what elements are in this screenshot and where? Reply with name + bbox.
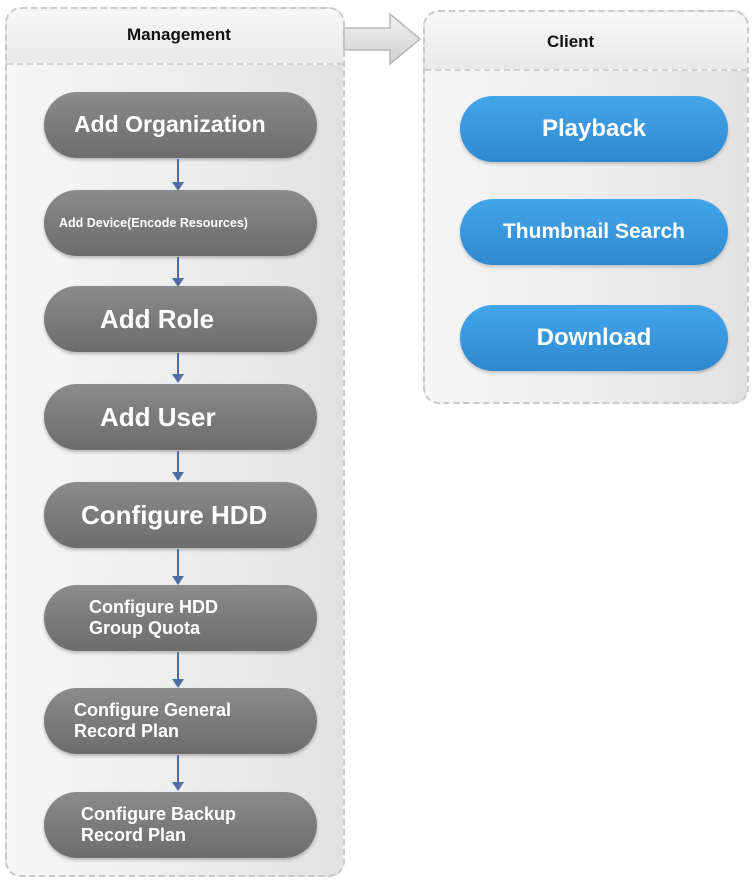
arrow-down-3 xyxy=(172,353,184,383)
management-title: Management xyxy=(127,25,231,44)
client-title: Client xyxy=(547,32,595,51)
step-add-user[interactable]: Add User xyxy=(44,384,317,450)
step-add-device[interactable]: Add Device(Encode Resources) xyxy=(44,190,317,256)
arrow-down-6 xyxy=(172,652,184,688)
step-configure-hdd-group-quota[interactable]: Configure HDD Group Quota xyxy=(44,585,317,651)
arrow-down-2 xyxy=(172,257,184,287)
step-configure-backup-record-plan[interactable]: Configure Backup Record Plan xyxy=(44,792,317,858)
flow-arrow-icon xyxy=(343,12,422,66)
step-add-organization[interactable]: Add Organization xyxy=(44,92,317,158)
arrow-down-7 xyxy=(172,755,184,791)
client-header: Client xyxy=(425,12,747,71)
thumbnail-search-button[interactable]: Thumbnail Search xyxy=(460,199,728,265)
management-header: Management xyxy=(7,9,343,65)
step-configure-hdd[interactable]: Configure HDD xyxy=(44,482,317,548)
playback-button[interactable]: Playback xyxy=(460,96,728,162)
management-panel: Management Add Organization Add Device(E… xyxy=(5,7,345,877)
arrow-down-4 xyxy=(172,451,184,481)
arrow-down-5 xyxy=(172,549,184,585)
step-configure-general-record-plan[interactable]: Configure General Record Plan xyxy=(44,688,317,754)
arrow-down-1 xyxy=(172,159,184,191)
step-add-role[interactable]: Add Role xyxy=(44,286,317,352)
download-button[interactable]: Download xyxy=(460,305,728,371)
client-panel: Client Playback Thumbnail Search Downloa… xyxy=(423,10,749,404)
